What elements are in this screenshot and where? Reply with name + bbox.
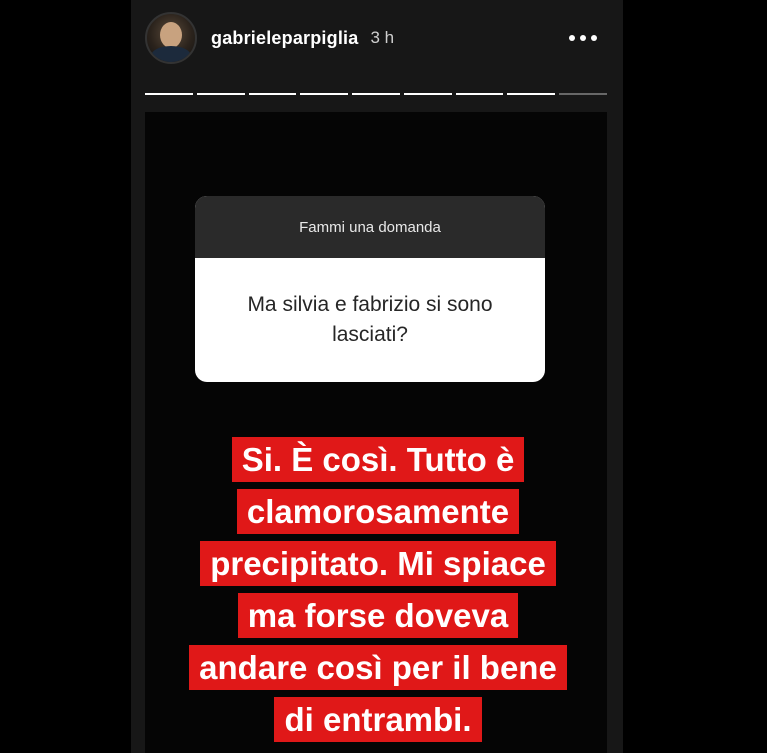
avatar-face — [160, 22, 182, 48]
post-time: 3 h — [370, 28, 395, 47]
answer-line: di entrambi. — [274, 697, 482, 742]
progress-segment — [248, 93, 297, 95]
more-options-icon[interactable] — [569, 35, 597, 41]
answer-line: ma forse doveva — [237, 593, 519, 638]
avatar-shirt — [151, 46, 191, 62]
dot — [591, 35, 597, 41]
question-text: Ma silvia e fabrizio si sono lasciati? — [247, 293, 493, 346]
avatar[interactable] — [145, 12, 197, 64]
progress-segment — [559, 93, 608, 95]
answer-line: precipitato. Mi spiace — [200, 541, 556, 586]
username[interactable]: gabrieleparpiglia — [211, 28, 358, 49]
progress-segment — [145, 93, 193, 95]
progress-segment — [352, 93, 400, 95]
question-sticker-header: Fammi una domanda — [195, 196, 545, 258]
dot — [569, 35, 575, 41]
question-sticker: Fammi una domanda Ma silvia e fabrizio s… — [195, 196, 545, 382]
progress-segment — [455, 93, 504, 95]
answer-text: Si. È così. Tutto è clamorosamente preci… — [178, 434, 578, 746]
answer-line: Si. È così. Tutto è — [231, 437, 525, 482]
progress-segment — [403, 93, 452, 95]
story-header: gabrieleparpiglia 3 h — [145, 8, 607, 68]
progress-segment — [300, 93, 349, 95]
progress-segment — [507, 93, 556, 95]
story-viewer: gabrieleparpiglia 3 h Fammi una domanda … — [0, 0, 767, 753]
dot — [580, 35, 586, 41]
answer-line: clamorosamente — [236, 489, 520, 534]
answer-line: andare così per il bene — [189, 645, 567, 690]
progress-segment — [196, 93, 245, 95]
story-progress-bar — [145, 91, 608, 97]
